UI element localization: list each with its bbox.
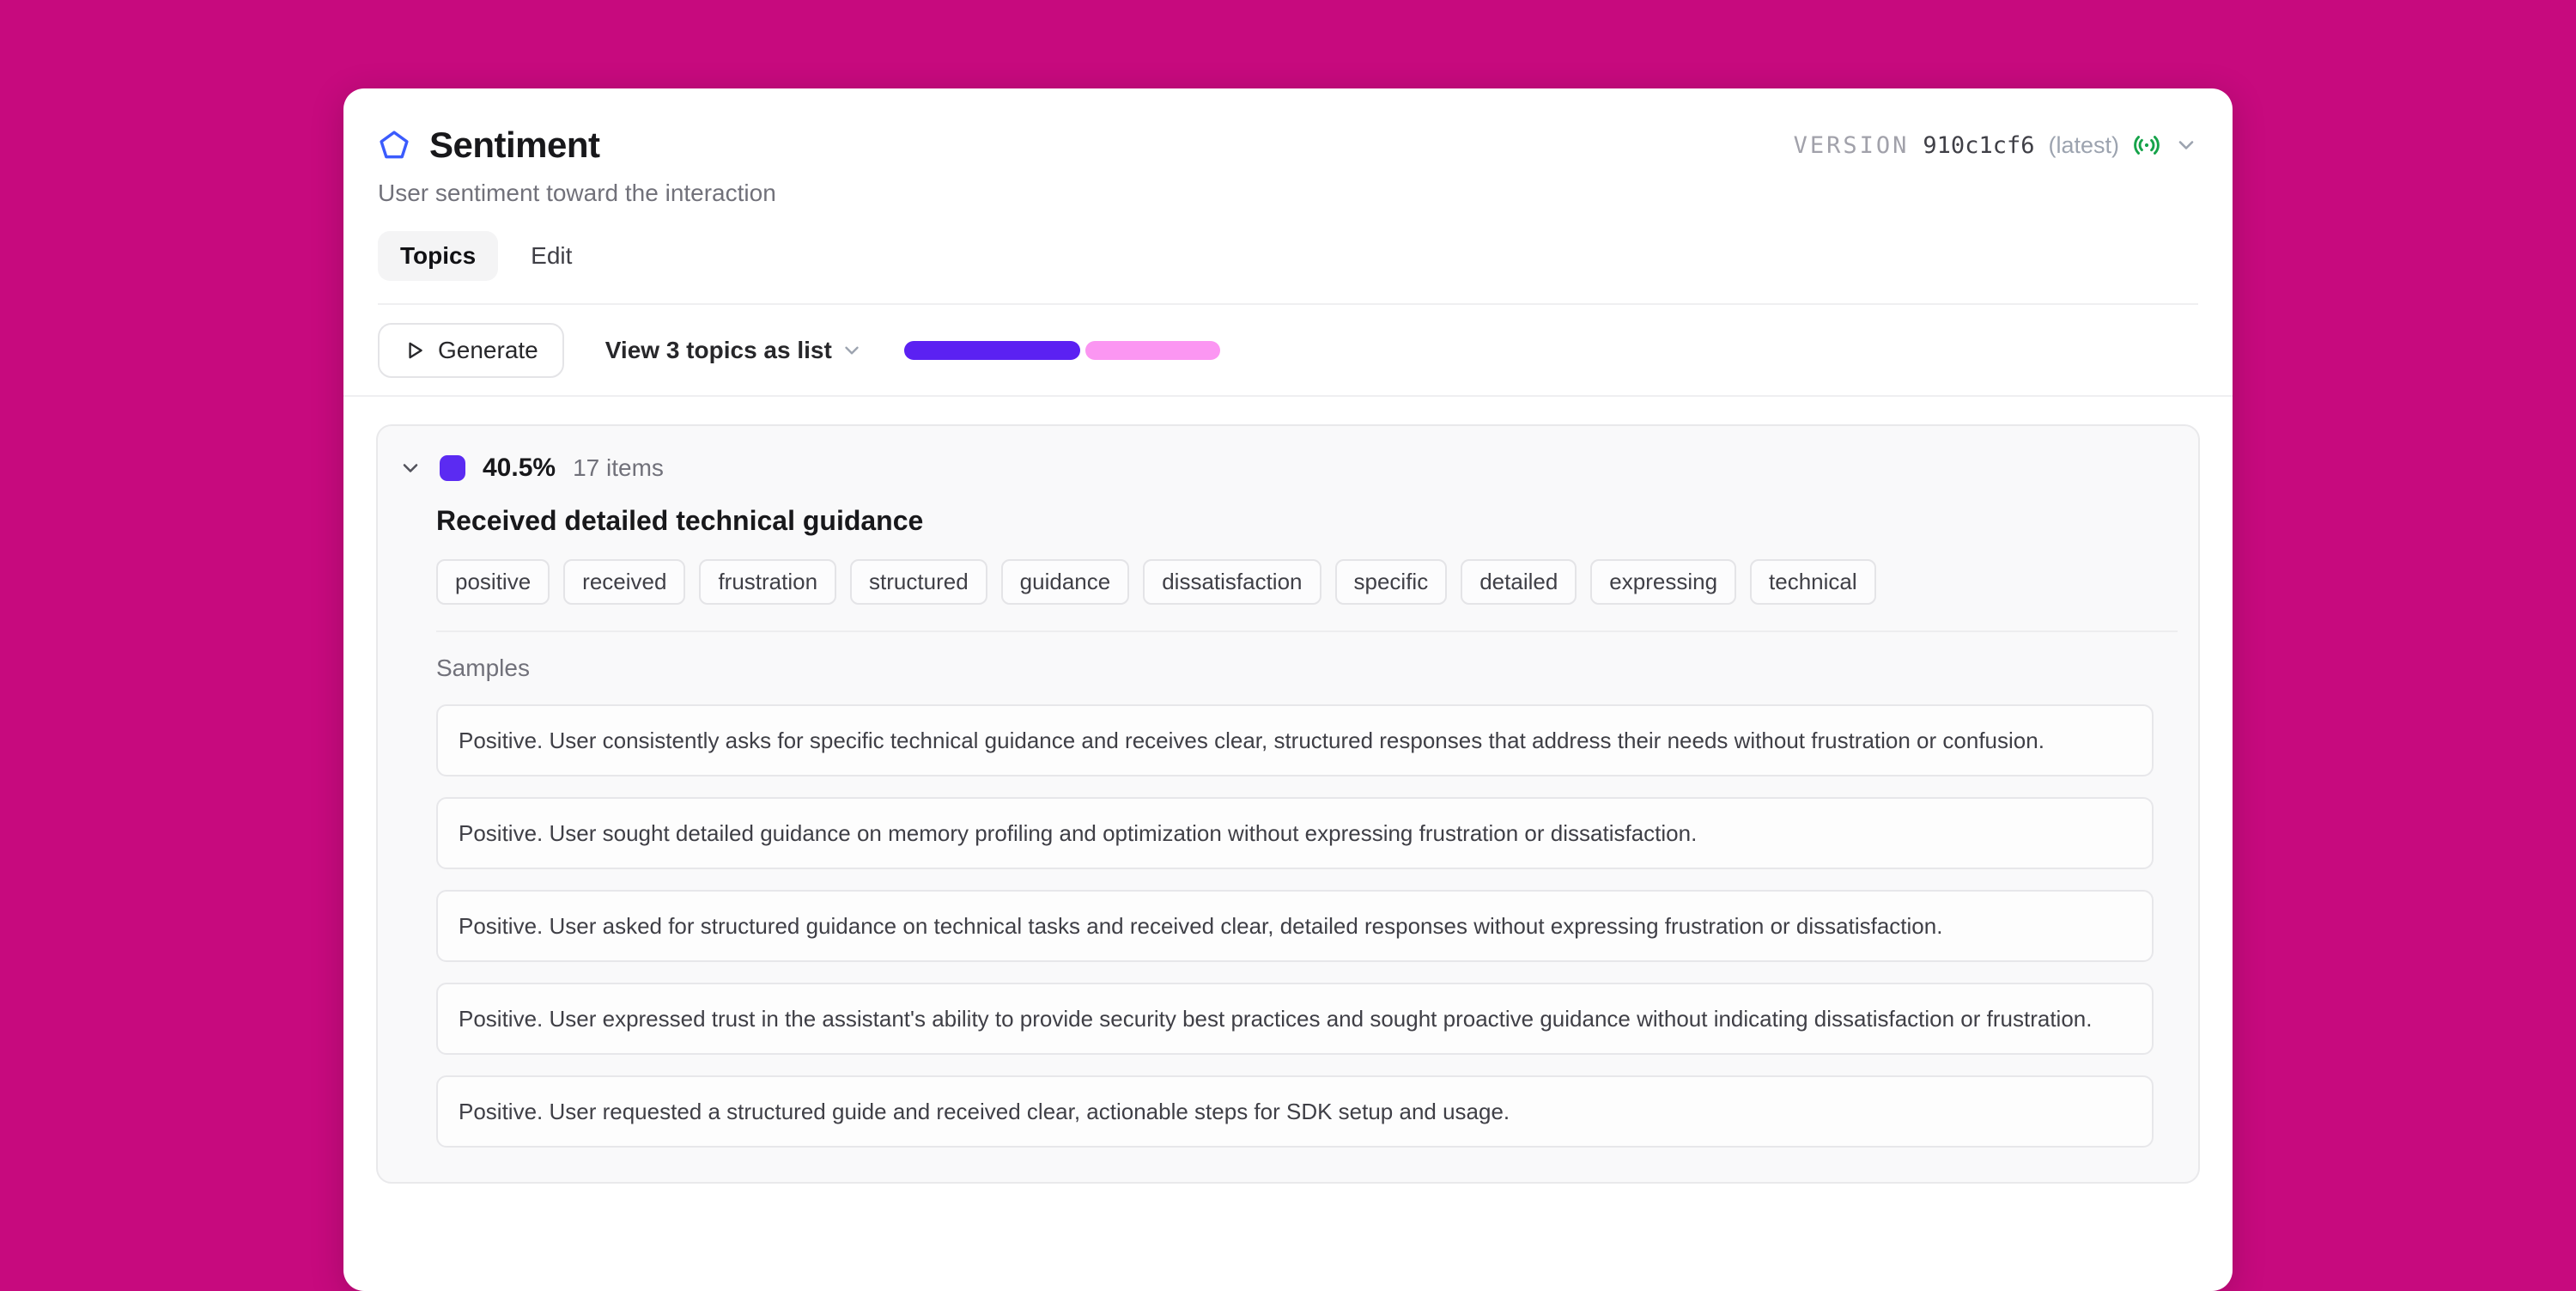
chevron-down-icon	[841, 339, 863, 362]
tag-chip[interactable]: expressing	[1590, 559, 1736, 605]
sample-list: Positive. User consistently asks for spe…	[436, 704, 2178, 1148]
topic-percent: 40.5%	[483, 454, 556, 483]
tag-chip[interactable]: dissatisfaction	[1143, 559, 1321, 605]
main-card: Sentiment VERSION 910c1cf6 (latest)	[343, 88, 2233, 1291]
sample-item[interactable]: Positive. User requested a structured gu…	[436, 1075, 2154, 1148]
page-title: Sentiment	[429, 125, 600, 166]
tag-chip[interactable]: detailed	[1461, 559, 1577, 605]
tag-chip[interactable]: positive	[436, 559, 550, 605]
sample-item[interactable]: Positive. User sought detailed guidance …	[436, 797, 2154, 869]
generate-button-label: Generate	[438, 337, 538, 364]
topic-distribution-bar[interactable]	[904, 341, 1220, 360]
tag-row: positive received frustration structured…	[436, 559, 2178, 605]
tag-chip[interactable]: guidance	[1001, 559, 1130, 605]
version-latest-tag: (latest)	[2048, 132, 2119, 159]
pentagon-icon	[378, 129, 410, 161]
topic-items-count: 17 items	[573, 454, 664, 482]
chevron-down-icon[interactable]	[398, 456, 422, 480]
sample-item[interactable]: Positive. User asked for structured guid…	[436, 890, 2154, 962]
divider	[436, 630, 2178, 632]
distribution-segment-pink[interactable]	[1085, 341, 1220, 360]
topic-panel: 40.5% 17 items Received detailed technic…	[376, 424, 2200, 1184]
view-topics-dropdown-label: View 3 topics as list	[605, 337, 832, 364]
content-area: 40.5% 17 items Received detailed technic…	[343, 397, 2233, 1211]
tag-chip[interactable]: technical	[1750, 559, 1876, 605]
version-hash: 910c1cf6	[1923, 132, 2034, 159]
tag-chip[interactable]: structured	[850, 559, 987, 605]
tab-topics[interactable]: Topics	[378, 231, 498, 281]
chevron-down-icon[interactable]	[2174, 133, 2198, 157]
tag-chip[interactable]: received	[563, 559, 685, 605]
topic-title: Received detailed technical guidance	[436, 505, 2178, 537]
sample-item[interactable]: Positive. User expressed trust in the as…	[436, 983, 2154, 1055]
tag-chip[interactable]: specific	[1335, 559, 1448, 605]
play-icon	[404, 339, 426, 362]
view-topics-dropdown[interactable]: View 3 topics as list	[605, 337, 863, 364]
broadcast-icon	[2133, 131, 2160, 159]
topic-body: Received detailed technical guidance pos…	[436, 505, 2178, 1148]
card-header: Sentiment VERSION 910c1cf6 (latest)	[343, 88, 2233, 305]
version-selector[interactable]: VERSION 910c1cf6 (latest)	[1794, 131, 2198, 159]
topic-header[interactable]: 40.5% 17 items	[398, 454, 2178, 483]
version-label: VERSION	[1794, 132, 1910, 159]
samples-label: Samples	[436, 655, 2178, 682]
topic-color-swatch	[440, 455, 465, 481]
tab-edit[interactable]: Edit	[508, 231, 594, 281]
generate-button[interactable]: Generate	[378, 323, 564, 378]
toolbar: Generate View 3 topics as list	[343, 305, 2233, 397]
sample-item[interactable]: Positive. User consistently asks for spe…	[436, 704, 2154, 776]
distribution-segment-purple[interactable]	[904, 341, 1080, 360]
tag-chip[interactable]: frustration	[699, 559, 836, 605]
tab-bar: Topics Edit	[378, 231, 2198, 281]
page-subtitle: User sentiment toward the interaction	[378, 180, 2198, 207]
